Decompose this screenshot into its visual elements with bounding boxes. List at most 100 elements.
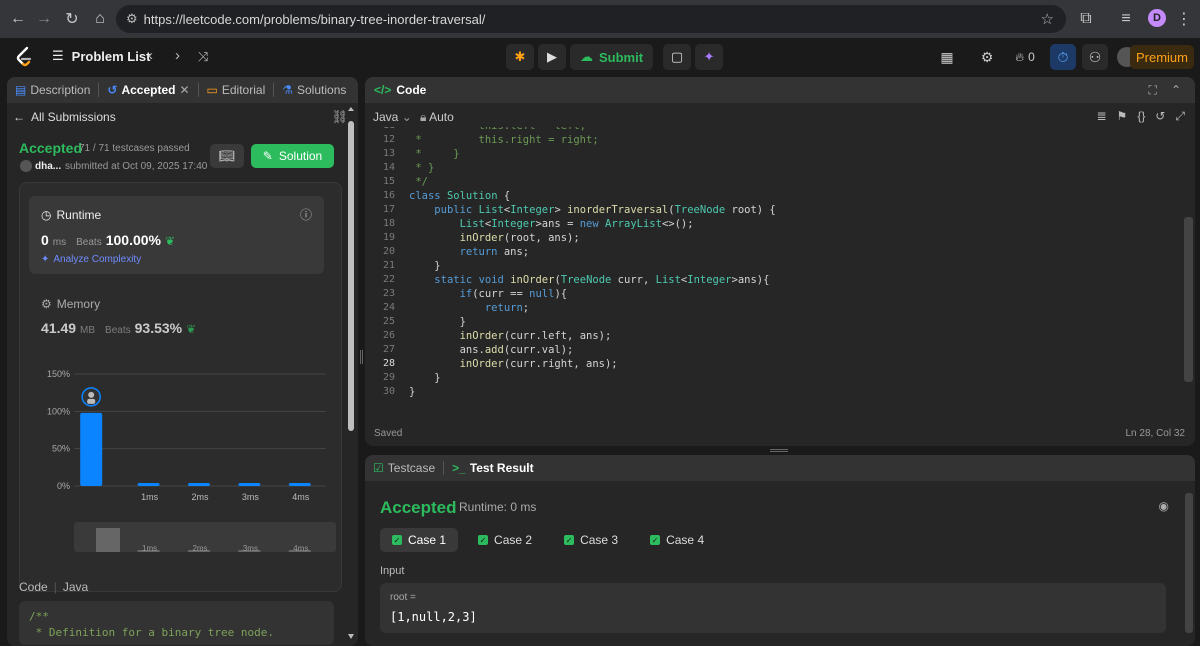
code-line[interactable]: 15 */ <box>365 176 1165 190</box>
forward-icon[interactable]: → <box>30 5 58 33</box>
media-control-icon[interactable]: ≡ <box>1112 5 1140 33</box>
solution-button[interactable]: ✎ Solution <box>251 144 334 168</box>
code-line[interactable]: 19 inOrder(root, ans); <box>365 232 1165 246</box>
code-line[interactable]: 26 inOrder(curr.left, ans); <box>365 330 1165 344</box>
runtime-distribution-chart[interactable]: 0% 50% 100% 150% 1ms 2ms 3ms 4ms 1ms 2ms 3ms 4ms <box>36 368 336 588</box>
code-line[interactable]: 21 } <box>365 260 1165 274</box>
reset-icon[interactable]: ↺ <box>1155 109 1165 124</box>
code-line[interactable]: 29 } <box>365 372 1165 386</box>
chart-bar[interactable] <box>80 412 103 486</box>
runtime-header: ◷ Runtime <box>41 208 101 222</box>
prev-problem-icon[interactable]: ‹ <box>148 47 153 64</box>
tab-testcase[interactable]: ☑ Testcase <box>365 455 443 481</box>
home-icon[interactable]: ⌂ <box>86 5 114 33</box>
timer-icon[interactable]: ⏱ <box>1050 44 1076 70</box>
case-tab-3[interactable]: ✓ Case 3 <box>552 528 630 552</box>
problem-list-button[interactable]: ☰ Problem List <box>52 48 150 64</box>
result-scrollbar[interactable] <box>1185 493 1193 633</box>
code-preview: /** * Definition for a binary tree node. <box>19 601 334 645</box>
chart-bar[interactable] <box>238 483 261 486</box>
flask-icon: ⚗ <box>282 83 293 97</box>
check-icon: ✓ <box>650 535 661 545</box>
code-line[interactable]: 14 * } <box>365 162 1165 176</box>
code-line[interactable]: 17 public List<Integer> inorderTraversal… <box>365 204 1165 218</box>
code-line[interactable]: 18 List<Integer>ans = new ArrayList<>(); <box>365 218 1165 232</box>
all-submissions-link[interactable]: ← All Submissions <box>13 110 116 124</box>
premium-button[interactable]: Premium <box>1130 45 1194 69</box>
case-tab-4[interactable]: ✓ Case 4 <box>638 528 716 552</box>
format-icon[interactable]: ≣ <box>1096 109 1106 124</box>
notes-icon[interactable]: ▢ <box>663 44 692 70</box>
tab-test-result[interactable]: >_ Test Result <box>444 455 541 481</box>
code-line[interactable]: 23 if(curr == null){ <box>365 288 1165 302</box>
run-icon[interactable]: ▶ <box>538 44 566 70</box>
back-icon[interactable]: ← <box>4 5 32 33</box>
code-line[interactable]: 13 * } <box>365 148 1165 162</box>
tab-solutions[interactable]: ⚗ Solutions <box>274 77 354 103</box>
chart-bar[interactable] <box>288 483 311 486</box>
link-icon[interactable]: ⛓ <box>331 109 348 125</box>
tab-editorial[interactable]: ▭ Editorial <box>199 77 274 103</box>
browser-profile-avatar[interactable]: D <box>1148 9 1166 27</box>
code-line[interactable]: 27 ans.add(curr.val); <box>365 344 1165 358</box>
left-scrollbar[interactable] <box>347 107 355 642</box>
braces-icon[interactable]: {} <box>1137 109 1145 124</box>
reload-icon[interactable]: ↻ <box>58 5 86 33</box>
bookmark-star-icon[interactable]: ☆ <box>1041 10 1054 28</box>
memory-header[interactable]: ⚙ Memory <box>41 297 100 311</box>
runtime-stat[interactable]: ◷ Runtime ⓘ 0 ms Beats 100.00% ❦ ✦ Analy… <box>29 196 324 274</box>
panel-resize-handle[interactable] <box>770 449 788 452</box>
code-line[interactable]: 12 * this.right = right; <box>365 134 1165 148</box>
code-line[interactable]: 24 return; <box>365 302 1165 316</box>
collapse-icon[interactable]: ⌃ <box>1171 83 1181 98</box>
browser-menu-icon[interactable]: ⋮ <box>1170 5 1198 33</box>
fullscreen-icon[interactable]: ⛶ <box>1149 83 1157 98</box>
editorial-button[interactable]: 📖︎ <box>210 144 244 168</box>
settings-icon[interactable]: ⚙ <box>974 44 1000 70</box>
streak-counter[interactable]: 🔥︎ 0 <box>1012 44 1038 70</box>
code-line[interactable]: 22 static void inOrder(TreeNode curr, Li… <box>365 274 1165 288</box>
chart-bar[interactable] <box>188 483 210 486</box>
add-friend-icon[interactable]: ⚇ <box>1082 44 1108 70</box>
next-problem-icon[interactable]: › <box>175 47 180 64</box>
code-line[interactable]: 20 return ans; <box>365 246 1165 260</box>
tab-description[interactable]: ▤ Description <box>7 77 98 103</box>
debug-icon[interactable]: ✱ <box>506 44 534 70</box>
vertical-resize-handle[interactable] <box>360 350 363 364</box>
chart-bar[interactable] <box>137 483 160 486</box>
code-editor[interactable]: 11 * this.left = left;12 * this.right = … <box>365 127 1183 407</box>
code-line[interactable]: 25 } <box>365 316 1165 330</box>
site-info-icon[interactable]: ⚙ <box>126 11 138 27</box>
stats-card: ◷ Runtime ⓘ 0 ms Beats 100.00% ❦ ✦ Analy… <box>19 182 342 592</box>
case-tab-2[interactable]: ✓ Case 2 <box>466 528 544 552</box>
extensions-icon[interactable]: ⧉ <box>1072 5 1100 33</box>
submission-status: Accepted <box>19 140 83 156</box>
case-label: Case 2 <box>494 533 533 547</box>
layout-grid-icon[interactable]: ▦ <box>934 44 960 70</box>
input-box: root = [1,null,2,3] <box>380 583 1166 633</box>
auto-mode[interactable]: 🔒︎ Auto <box>420 110 454 125</box>
expand-icon[interactable]: ⤢ <box>1175 109 1185 124</box>
bookmark-icon[interactable]: ⚑ <box>1117 109 1128 124</box>
code-line[interactable]: 28 inOrder(curr.right, ans); <box>365 358 1165 372</box>
code-line[interactable]: 30} <box>365 386 1165 400</box>
eye-icon[interactable]: ◉ <box>1159 499 1169 513</box>
close-tab-icon[interactable]: ✕ <box>179 83 189 97</box>
tab-accepted[interactable]: ↺ Accepted ✕ <box>99 77 197 103</box>
line-number: 12 <box>382 134 395 145</box>
code-scrollbar[interactable] <box>1184 217 1193 382</box>
submit-button[interactable]: ☁ Submit <box>570 44 654 70</box>
code-line[interactable]: 11 * this.left = left; <box>365 127 1165 134</box>
case-tab-1[interactable]: ✓ Case 1 <box>380 528 459 552</box>
user-marker-body <box>87 398 96 404</box>
submitter-name[interactable]: dha... <box>35 161 61 172</box>
shuffle-icon[interactable]: ⤨ <box>198 49 208 65</box>
analyze-complexity-link[interactable]: ✦ Analyze Complexity <box>41 254 141 265</box>
info-icon[interactable]: ⓘ <box>300 206 312 223</box>
address-bar[interactable]: ⚙ https://leetcode.com/problems/binary-t… <box>116 5 1066 33</box>
language-selector[interactable]: Java ⌄ <box>373 110 412 124</box>
code-line[interactable]: 16 class Solution { <box>365 190 1165 204</box>
line-number: 23 <box>382 288 395 299</box>
ai-assist-icon[interactable]: ✦ <box>695 44 724 70</box>
leetcode-logo-icon[interactable] <box>14 46 34 68</box>
